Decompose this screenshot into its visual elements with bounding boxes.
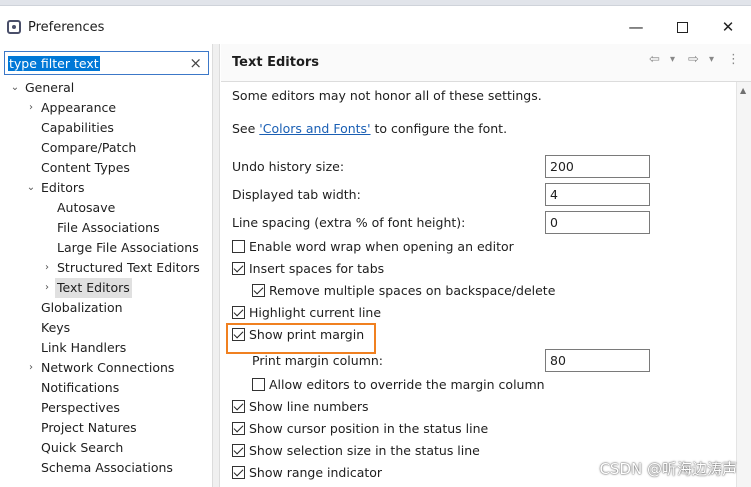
back-arrow-icon[interactable]: ⇦: [649, 52, 660, 67]
window-title: Preferences: [28, 20, 105, 35]
checkbox-label: Allow editors to override the margin col…: [269, 377, 545, 392]
minimize-button[interactable]: —: [613, 12, 659, 42]
filter-input-text: type filter text: [8, 56, 100, 71]
tree-item-label: Capabilities: [41, 120, 114, 135]
tree-item-label: Large File Associations: [57, 240, 199, 255]
tree-item-label: Link Handlers: [41, 340, 127, 355]
checkbox-label: Remove multiple spaces on backspace/dele…: [269, 283, 556, 298]
forward-menu-icon[interactable]: ▾: [709, 54, 714, 65]
checkbox-label: Show selection size in the status line: [249, 443, 480, 458]
chevron-right-icon[interactable]: ›: [26, 358, 36, 378]
scroll-up-icon[interactable]: ▲: [740, 86, 746, 95]
page-title: Text Editors: [232, 55, 320, 70]
undo-history-input[interactable]: 200: [545, 155, 650, 178]
preferences-tree: ⌄ General › Appearance Capabilities Comp…: [0, 78, 212, 487]
checkbox-box[interactable]: [232, 306, 245, 319]
clear-filter-icon[interactable]: ×: [189, 54, 202, 72]
chevron-right-icon[interactable]: ›: [42, 278, 52, 298]
line-spacing-label: Line spacing (extra % of font height):: [232, 215, 466, 230]
colors-and-fonts-link[interactable]: 'Colors and Fonts': [259, 121, 370, 136]
font-hint-prefix: See: [232, 121, 260, 136]
title-bar: Preferences — ✕: [0, 6, 751, 44]
filter-input[interactable]: type filter text ×: [4, 51, 209, 75]
back-menu-icon[interactable]: ▾: [670, 54, 675, 65]
chevron-right-icon[interactable]: ›: [26, 98, 36, 118]
checkbox-box[interactable]: [232, 400, 245, 413]
font-hint-suffix: to configure the font.: [370, 121, 508, 136]
checkbox-label: Insert spaces for tabs: [249, 261, 385, 276]
checkbox-box[interactable]: [252, 284, 265, 297]
tree-item-label: Schema Associations: [41, 460, 173, 475]
maximize-button[interactable]: [659, 12, 705, 42]
close-button[interactable]: ✕: [705, 12, 751, 42]
more-menu-icon[interactable]: ⋮: [727, 52, 740, 67]
checkbox-box[interactable]: [252, 378, 265, 391]
chevron-right-icon[interactable]: ›: [42, 258, 52, 278]
tree-item-label: Text Editors: [55, 278, 132, 298]
tree-item-label: Structured Text Editors: [57, 260, 200, 275]
panel-header: Text Editors ⇦ ▾ ⇨ ▾ ⋮: [221, 44, 751, 82]
checkbox-box[interactable]: [232, 262, 245, 275]
watermark-text: CSDN @听海边涛声: [599, 460, 737, 478]
checkbox-label: Highlight current line: [249, 305, 382, 320]
annotation-highlight-box: [226, 323, 376, 354]
tree-item-label: Keys: [41, 320, 71, 335]
maximize-icon: [676, 21, 688, 33]
print-margin-column-input[interactable]: 80: [545, 349, 650, 372]
tree-item-label: Notifications: [41, 380, 120, 395]
tree-item-label: Compare/Patch: [41, 140, 137, 155]
chevron-down-icon[interactable]: ⌄: [10, 78, 20, 98]
tree-item-label: Quick Search: [41, 440, 124, 455]
settings-note: Some editors may not honor all of these …: [232, 88, 542, 103]
forward-arrow-icon[interactable]: ⇨: [688, 52, 699, 67]
tree-item-label: General: [25, 80, 75, 95]
undo-history-label: Undo history size:: [232, 159, 345, 174]
checkbox-label: Show range indicator: [249, 465, 383, 480]
history-navigation: ⇦ ▾ ⇨ ▾ ⋮: [647, 52, 747, 72]
print-margin-column-label: Print margin column:: [252, 353, 384, 368]
checkbox-box[interactable]: [232, 422, 245, 435]
tree-item-label: Appearance: [41, 100, 117, 115]
checkbox-label: Show line numbers: [249, 399, 369, 414]
checkbox-box[interactable]: [232, 240, 245, 253]
tree-item-label: Editors: [41, 180, 85, 195]
chevron-down-icon[interactable]: ⌄: [26, 178, 36, 198]
tree-item-label: Autosave: [57, 200, 116, 215]
text-editors-page: Some editors may not honor all of these …: [221, 82, 736, 487]
tree-item-label: Perspectives: [41, 400, 120, 415]
checkbox-box[interactable]: [232, 444, 245, 457]
line-spacing-input[interactable]: 0: [545, 211, 650, 234]
tree-item-label: Globalization: [41, 300, 123, 315]
checkbox-label: Enable word wrap when opening an editor: [249, 239, 514, 254]
tree-item-label: Project Natures: [41, 420, 137, 435]
tree-item-label: Content Types: [41, 160, 130, 175]
tab-width-label: Displayed tab width:: [232, 187, 361, 202]
checkbox-label: Show cursor position in the status line: [249, 421, 489, 436]
tab-width-input[interactable]: 4: [545, 183, 650, 206]
tree-item-label: Network Connections: [41, 360, 175, 375]
tree-item-label: File Associations: [57, 220, 160, 235]
vertical-scrollbar[interactable]: ▲: [736, 82, 751, 487]
preferences-app-icon: [7, 20, 21, 34]
checkbox-box[interactable]: [232, 466, 245, 479]
sash-divider[interactable]: [212, 44, 220, 487]
font-hint: See 'Colors and Fonts' to configure the …: [232, 121, 507, 136]
